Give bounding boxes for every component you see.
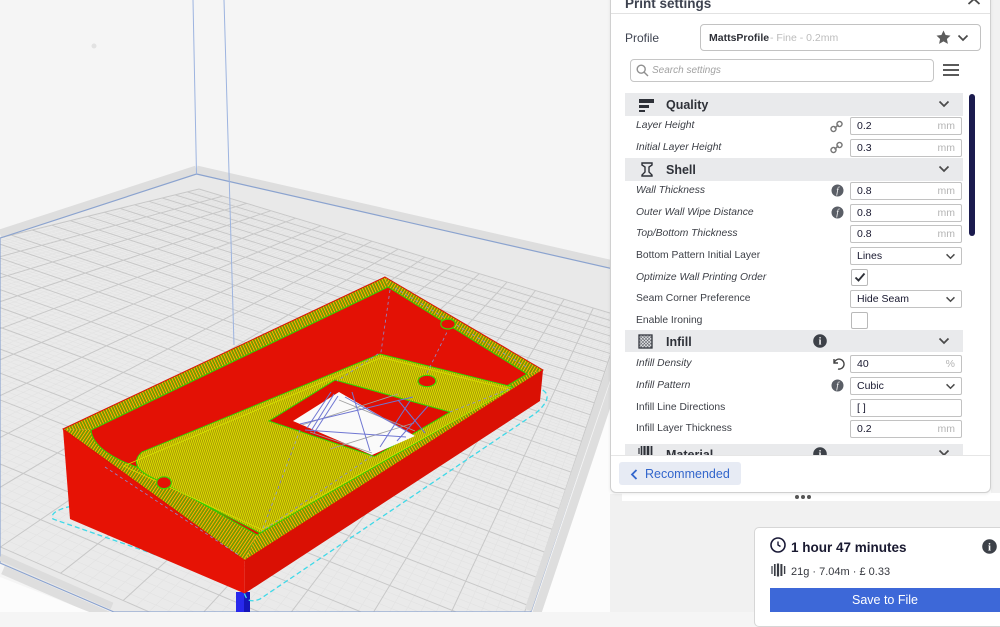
svg-text:i: i <box>988 541 991 553</box>
svg-text:i: i <box>819 337 822 348</box>
